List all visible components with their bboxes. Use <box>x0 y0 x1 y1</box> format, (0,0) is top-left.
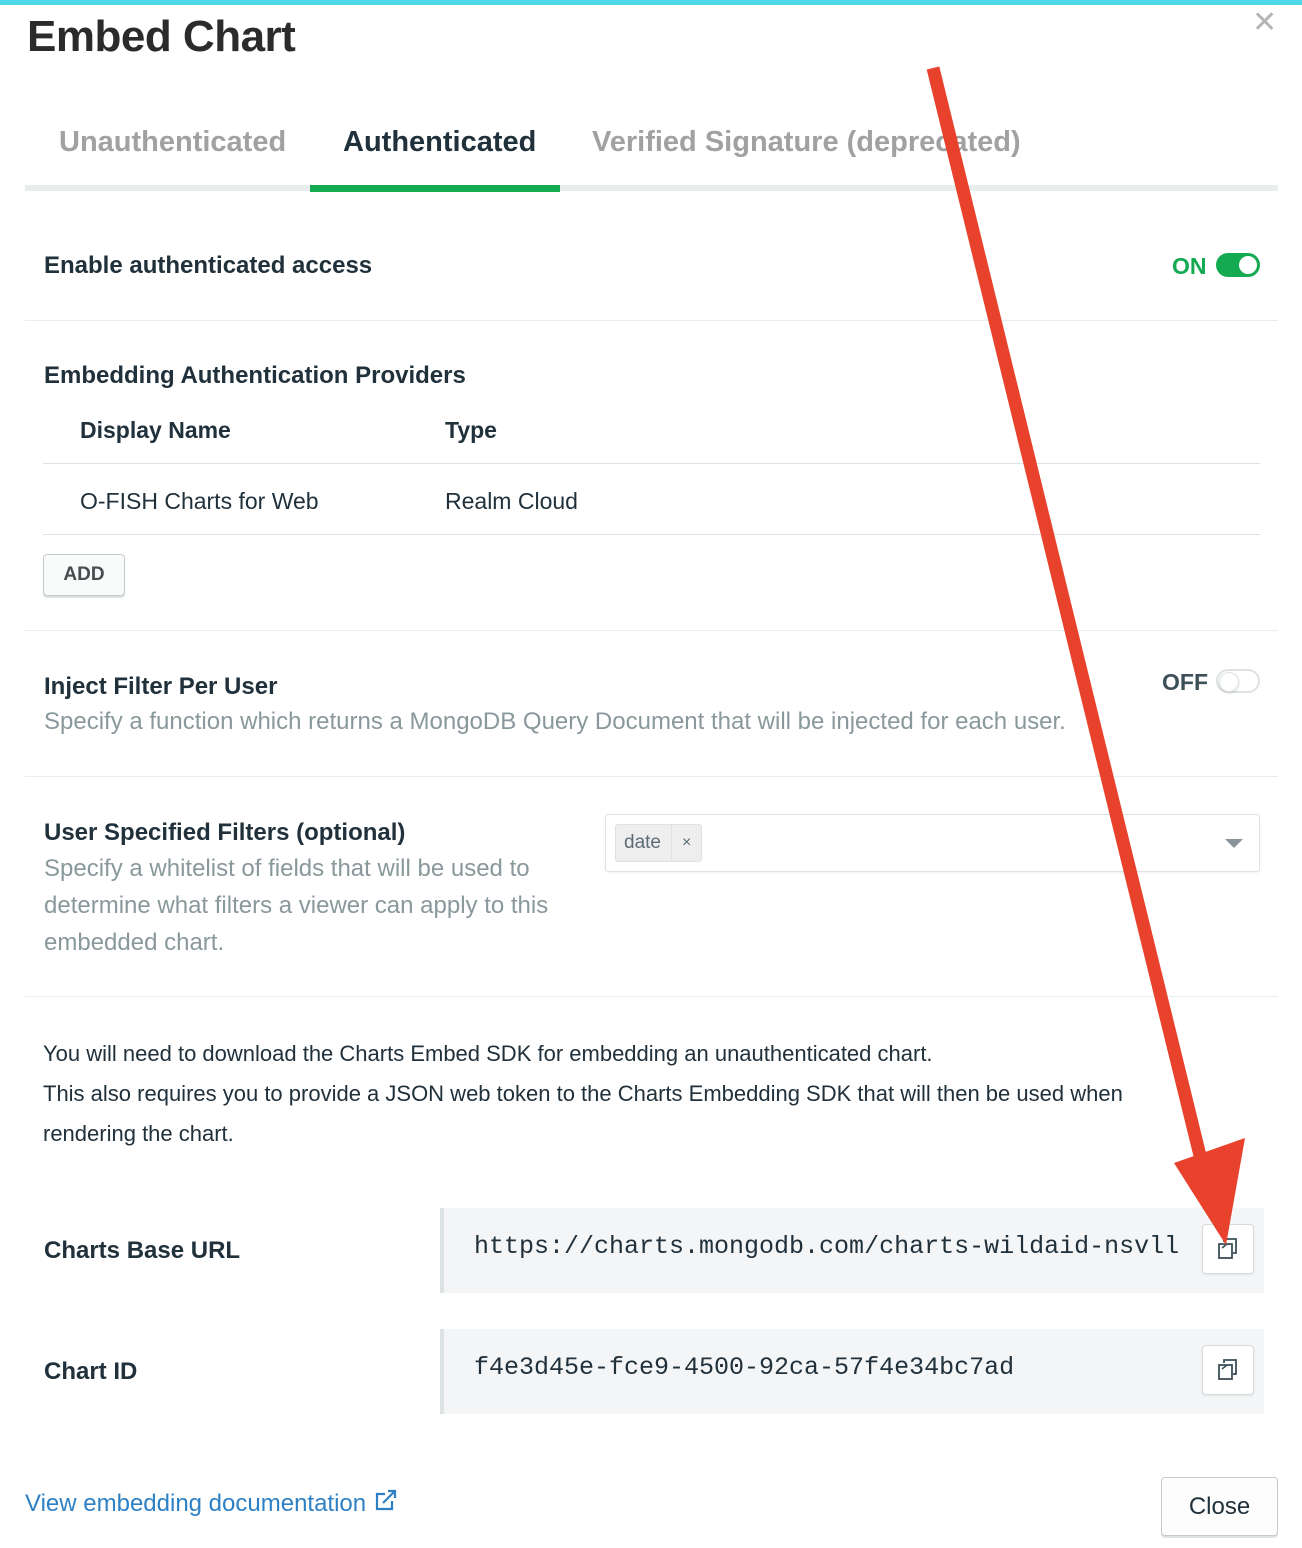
annotation-arrow <box>926 66 1245 1245</box>
auth-access-label: Enable authenticated access <box>44 252 373 279</box>
close-icon[interactable]: ✕ <box>1252 8 1277 38</box>
table-divider <box>43 534 1260 535</box>
close-button[interactable]: Close <box>1161 1477 1278 1536</box>
column-header-type: Type <box>445 417 497 443</box>
divider <box>25 776 1278 777</box>
toggle-knob <box>1219 672 1239 692</box>
chevron-down-icon[interactable] <box>1225 839 1243 848</box>
chart-id-label: Chart ID <box>44 1358 138 1385</box>
divider <box>25 320 1278 321</box>
doc-link-text: View embedding documentation <box>25 1490 367 1517</box>
tab-bar: Unauthenticated Authenticated Verified S… <box>25 112 1278 192</box>
provider-type: Realm Cloud <box>445 488 578 514</box>
embedding-docs-link[interactable]: View embedding documentation <box>25 1489 398 1518</box>
chart-id-value[interactable]: f4e3d45e-fce9-4500-92ca-57f4e34bc7ad <box>474 1353 1014 1382</box>
add-provider-button[interactable]: ADD <box>43 554 125 596</box>
inject-filter-toggle[interactable] <box>1216 669 1260 693</box>
modal-title: Embed Chart <box>27 12 296 61</box>
toggle-knob <box>1239 256 1257 274</box>
auth-access-toggle[interactable] <box>1216 253 1260 277</box>
chip-remove-icon[interactable]: × <box>672 825 701 861</box>
tab-authenticated[interactable]: Authenticated <box>343 126 536 159</box>
divider <box>25 996 1278 997</box>
base-url-label: Charts Base URL <box>44 1237 241 1264</box>
tab-active-indicator <box>310 185 560 192</box>
providers-heading: Embedding Authentication Providers <box>44 362 466 389</box>
base-url-value[interactable]: https://charts.mongodb.com/charts-wildai… <box>474 1232 1179 1261</box>
inject-filter-label: Inject Filter Per User <box>44 673 278 700</box>
window-top-strip <box>0 0 1302 5</box>
info-line: This also requires you to provide a JSON… <box>43 1081 1123 1106</box>
user-filters-select[interactable]: date × <box>605 814 1260 872</box>
description-line: Specify a whitelist of fields that will … <box>44 855 530 882</box>
table-divider <box>43 463 1260 464</box>
external-link-icon <box>376 1489 397 1511</box>
inject-filter-state: OFF <box>1162 669 1208 695</box>
tab-verified-signature[interactable]: Verified Signature (deprecated) <box>592 126 1021 159</box>
sdk-info-text: You will need to download the Charts Emb… <box>43 1034 1193 1154</box>
chart-id-field: f4e3d45e-fce9-4500-92ca-57f4e34bc7ad <box>440 1329 1264 1414</box>
copy-base-url-button[interactable] <box>1202 1224 1254 1274</box>
copy-icon <box>1218 1238 1237 1259</box>
description-line: determine what filters a viewer can appl… <box>44 892 549 919</box>
column-header-display-name: Display Name <box>80 417 231 443</box>
divider <box>25 630 1278 631</box>
filter-chip-label: date <box>616 825 672 861</box>
user-filters-label: User Specified Filters (optional) <box>44 819 406 846</box>
filter-chip-date: date × <box>615 824 703 862</box>
annotation-arrow-shaft <box>926 66 1213 1182</box>
inject-filter-description: Specify a function which returns a Mongo… <box>44 708 1066 735</box>
info-line: rendering the chart. <box>43 1121 234 1146</box>
auth-access-state: ON <box>1172 253 1207 279</box>
user-filters-description: Specify a whitelist of fields that will … <box>44 850 548 961</box>
provider-display-name: O-FISH Charts for Web <box>80 488 319 514</box>
description-line: embedded chart. <box>44 929 225 956</box>
tab-unauthenticated[interactable]: Unauthenticated <box>59 126 286 159</box>
copy-chart-id-button[interactable] <box>1202 1345 1254 1395</box>
copy-icon <box>1218 1359 1237 1380</box>
tab-rail <box>25 185 1278 191</box>
base-url-field: https://charts.mongodb.com/charts-wildai… <box>440 1208 1264 1293</box>
info-line: You will need to download the Charts Emb… <box>43 1041 933 1066</box>
